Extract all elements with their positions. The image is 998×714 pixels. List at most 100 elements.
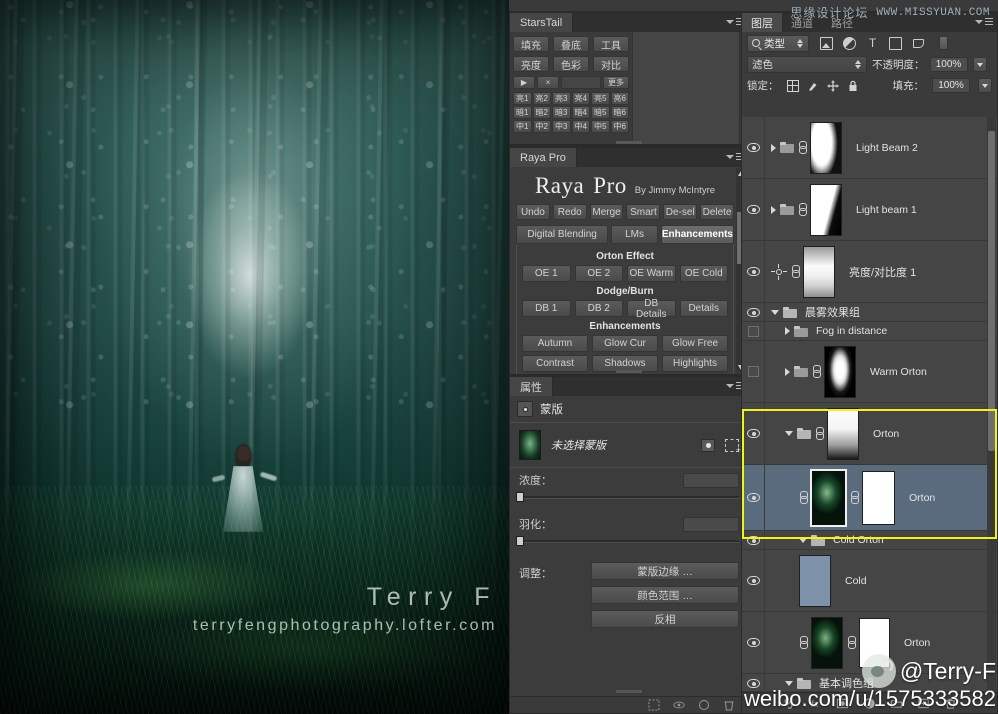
- layer-row-body[interactable]: Light beam 1: [765, 181, 997, 239]
- feather-value-field[interactable]: [683, 516, 739, 532]
- starstail-preset[interactable]: 中4: [571, 120, 590, 133]
- starstail-preset[interactable]: 亮1: [513, 92, 532, 105]
- filter-kind-select[interactable]: 类型: [747, 34, 809, 52]
- layer-thumbnail[interactable]: [799, 554, 831, 607]
- layers-scrollbar[interactable]: [987, 117, 996, 691]
- mask-thumbnail[interactable]: [519, 430, 541, 460]
- mask-link-icon[interactable]: [847, 636, 856, 649]
- mask-edge-button[interactable]: 蒙版边缘 …: [591, 562, 739, 580]
- tab-starstail[interactable]: StarsTail: [510, 13, 574, 32]
- autumn-button[interactable]: Autumn: [522, 335, 588, 352]
- feather-slider[interactable]: [516, 536, 739, 546]
- glow-cur-button[interactable]: Glow Cur: [592, 335, 658, 352]
- tab-raya-pro[interactable]: Raya Pro: [510, 148, 577, 167]
- fill-dropdown-button[interactable]: [978, 78, 992, 93]
- link-icon[interactable]: [798, 141, 807, 154]
- chevron-right-icon[interactable]: [771, 143, 776, 152]
- layer-row-body[interactable]: Cold Orton: [765, 530, 997, 550]
- link-icon[interactable]: [799, 491, 808, 504]
- details-button[interactable]: Details: [679, 300, 728, 317]
- layer-visibility-toggle[interactable]: [742, 638, 764, 647]
- starstail-btn-color[interactable]: 色彩: [553, 56, 589, 72]
- table-row[interactable]: 晨雾效果组: [742, 303, 997, 322]
- lock-all-icon[interactable]: [847, 80, 859, 92]
- density-slider[interactable]: [516, 492, 739, 502]
- chevron-down-icon[interactable]: [785, 431, 793, 436]
- starstail-more-button[interactable]: 更多: [603, 76, 629, 89]
- raya-delete-button[interactable]: Delete: [700, 204, 734, 220]
- chevron-right-icon[interactable]: [785, 367, 790, 376]
- select-pixel-mask-icon[interactable]: [701, 438, 715, 452]
- link-icon[interactable]: [798, 203, 807, 216]
- adjustment-filter-icon[interactable]: [843, 36, 856, 50]
- link-icon[interactable]: [815, 427, 824, 440]
- density-value-field[interactable]: [683, 472, 739, 488]
- raya-redo-button[interactable]: Redo: [552, 204, 587, 220]
- table-row[interactable]: Fog in distance: [742, 322, 997, 341]
- oe2-button[interactable]: OE 2: [574, 265, 623, 282]
- table-row[interactable]: Cold: [742, 550, 997, 612]
- starstail-preset[interactable]: 暗4: [571, 106, 590, 119]
- raya-merge-button[interactable]: Merge: [589, 204, 624, 220]
- starstail-preset[interactable]: 亮6: [610, 92, 629, 105]
- layer-visibility-toggle[interactable]: [742, 576, 764, 585]
- tab-properties[interactable]: 属性: [510, 377, 553, 396]
- starstail-btn-fill[interactable]: 填充: [513, 36, 549, 52]
- chevron-down-icon[interactable]: [771, 309, 779, 315]
- starstail-btn-brightness[interactable]: 亮度: [513, 56, 549, 72]
- db2-button[interactable]: DB 2: [574, 300, 623, 317]
- highlights-button[interactable]: Highlights: [662, 355, 728, 372]
- starstail-preset[interactable]: 中6: [610, 120, 629, 133]
- starstail-preset[interactable]: 中3: [552, 120, 571, 133]
- apply-mask-icon[interactable]: [698, 699, 710, 711]
- starstail-preset[interactable]: 暗2: [532, 106, 551, 119]
- db-details-button[interactable]: DB Details: [627, 298, 676, 320]
- layer-row-body[interactable]: Orton: [765, 467, 997, 529]
- table-row[interactable]: Light Beam 2: [742, 117, 997, 179]
- layer-visibility-toggle[interactable]: [742, 143, 764, 152]
- starstail-preset[interactable]: 暗3: [552, 106, 571, 119]
- density-slider-knob[interactable]: [516, 492, 524, 502]
- mask-link-icon[interactable]: [850, 491, 859, 504]
- layer-thumbnail[interactable]: [810, 121, 842, 174]
- lock-transparent-pixels-icon[interactable]: [786, 79, 799, 92]
- oe-cold-button[interactable]: OE Cold: [679, 265, 728, 282]
- table-row[interactable]: Light beam 1: [742, 179, 997, 241]
- starstail-btn-tools[interactable]: 工具: [593, 36, 629, 52]
- chevron-right-icon[interactable]: [785, 327, 790, 335]
- db1-button[interactable]: DB 1: [522, 300, 571, 317]
- filter-toggle-switch[interactable]: [939, 36, 948, 50]
- layer-row-body[interactable]: 晨雾效果组: [765, 301, 997, 323]
- layer-thumbnail[interactable]: [827, 407, 859, 460]
- panel-resize-grip[interactable]: [616, 690, 642, 693]
- starstail-preset[interactable]: 中2: [532, 120, 551, 133]
- panel-resize-grip[interactable]: [616, 370, 642, 373]
- raya-desel-button[interactable]: De-sel: [663, 204, 698, 220]
- smart-object-filter-icon[interactable]: [912, 37, 925, 50]
- starstail-close-button[interactable]: ×: [537, 76, 559, 89]
- panel-resize-grip[interactable]: [616, 141, 642, 144]
- scrollbar-thumb[interactable]: [988, 131, 995, 451]
- table-row[interactable]: 亮度/对比度 1: [742, 241, 997, 303]
- load-selection-icon[interactable]: [648, 699, 660, 711]
- starstail-preset[interactable]: 暗1: [513, 106, 532, 119]
- layer-mask-thumbnail[interactable]: [862, 470, 895, 525]
- starstail-preset[interactable]: 暗6: [610, 106, 629, 119]
- table-row[interactable]: Warm Orton: [742, 341, 997, 403]
- link-icon[interactable]: [791, 265, 800, 278]
- opacity-value-field[interactable]: 100%: [929, 57, 968, 72]
- feather-slider-knob[interactable]: [516, 536, 524, 546]
- starstail-preset[interactable]: 中5: [591, 120, 610, 133]
- contrast-button[interactable]: Contrast: [522, 355, 588, 372]
- table-row[interactable]: Orton: [742, 465, 997, 531]
- lock-image-pixels-icon[interactable]: [807, 80, 819, 92]
- glow-free-button[interactable]: Glow Free: [662, 335, 728, 352]
- color-range-button[interactable]: 颜色范围 …: [591, 586, 739, 604]
- layer-row-body[interactable]: Warm Orton: [765, 343, 997, 401]
- pixel-filter-icon[interactable]: [820, 36, 833, 50]
- layer-visibility-toggle[interactable]: [742, 325, 764, 337]
- starstail-btn-blend[interactable]: 叠底: [553, 36, 589, 52]
- starstail-play-button[interactable]: ▶: [513, 76, 535, 89]
- layer-thumbnail[interactable]: [810, 468, 847, 527]
- link-icon[interactable]: [799, 636, 808, 649]
